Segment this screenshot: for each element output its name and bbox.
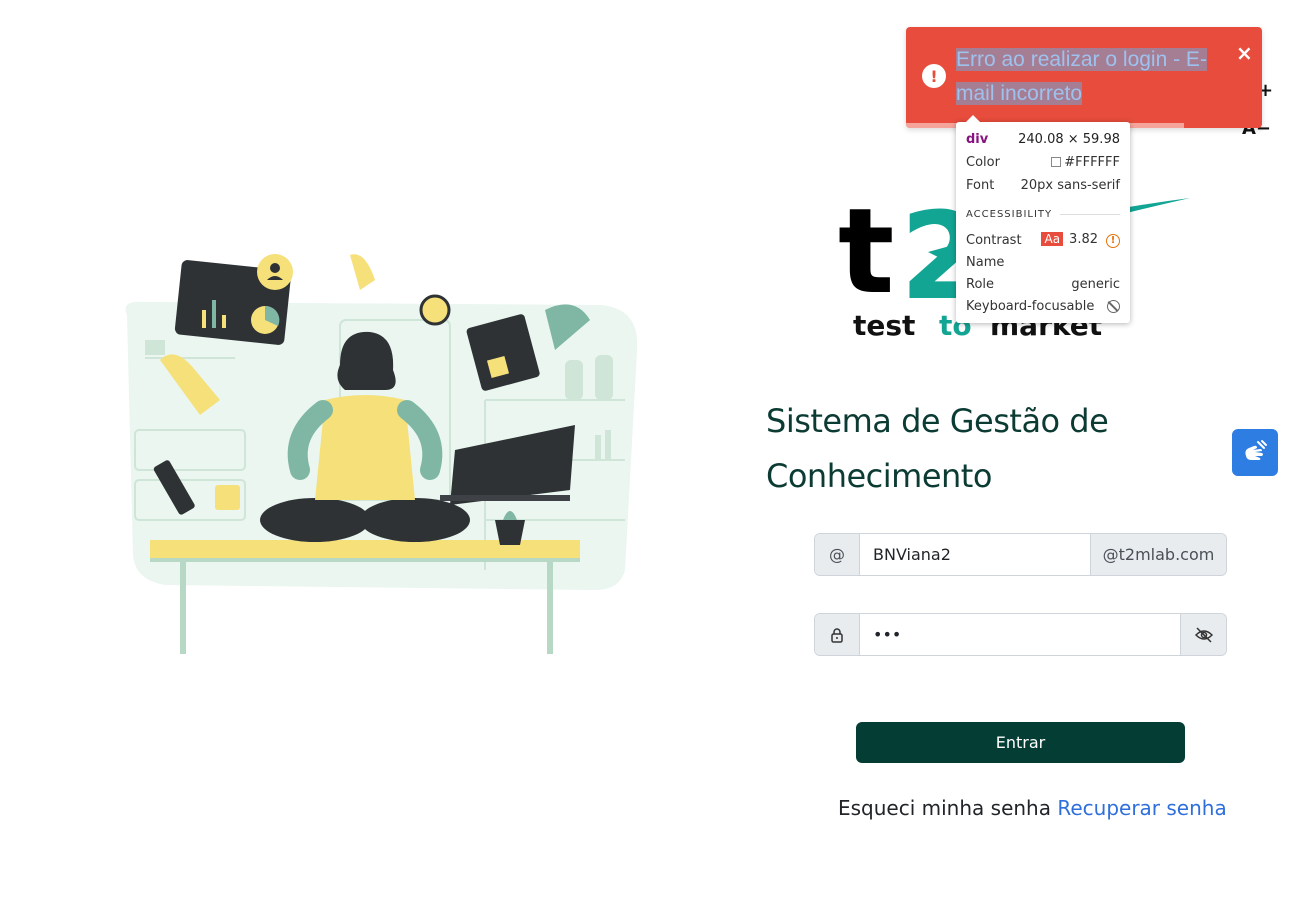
- element-size: 240.08 × 59.98: [1018, 131, 1120, 147]
- exclamation-icon: !: [922, 64, 946, 88]
- role-label: Role: [966, 276, 995, 292]
- logo-text-test: test: [853, 309, 915, 340]
- at-sign-icon: @: [815, 534, 860, 575]
- not-focusable-icon: [1107, 299, 1120, 313]
- font-label: Font: [966, 177, 995, 193]
- role-value: generic: [1071, 276, 1120, 292]
- forgot-password-text: Esqueci minha senha: [838, 796, 1051, 820]
- email-domain-suffix: @t2mlab.com: [1090, 534, 1226, 575]
- font-value: 20px sans-serif: [1020, 177, 1120, 193]
- meditation-illustration: [125, 254, 638, 654]
- error-toast: ! Erro ao realizar o login - E-mail inco…: [906, 27, 1262, 128]
- lock-icon: [815, 614, 860, 655]
- devtools-inspect-tooltip: div 240.08 × 59.98 Color #FFFFFF Font 20…: [956, 115, 1130, 323]
- color-swatch: [1051, 156, 1062, 167]
- login-button[interactable]: Entrar: [856, 722, 1185, 763]
- recover-password-link[interactable]: Recuperar senha: [1057, 796, 1226, 820]
- sign-language-widget[interactable]: [1232, 429, 1278, 476]
- recover-password-line: Esqueci minha senha Recuperar senha: [838, 796, 1227, 820]
- page-title: Sistema de Gestão de Conhecimento: [766, 402, 1109, 495]
- sign-language-icon: [1245, 439, 1267, 460]
- contrast-label: Contrast: [966, 232, 1022, 248]
- close-icon[interactable]: ×: [1236, 43, 1253, 63]
- accessibility-section-title: ACCESSIBILITY: [966, 209, 1120, 220]
- name-label: Name: [966, 254, 1005, 270]
- eye-slash-icon[interactable]: [1180, 614, 1226, 655]
- svg-text:t: t: [838, 182, 892, 320]
- contrast-badge: Aa: [1041, 232, 1064, 246]
- password-field[interactable]: •••: [860, 614, 1180, 655]
- color-label: Color: [966, 154, 1000, 170]
- email-field[interactable]: BNViana2: [860, 534, 1090, 575]
- email-input-group: @ BNViana2 @t2mlab.com: [814, 533, 1227, 576]
- focus-label: Keyboard-focusable: [966, 298, 1095, 314]
- warning-icon: !: [1106, 234, 1120, 248]
- color-value: #FFFFFF: [1064, 154, 1120, 170]
- element-tag: div: [966, 131, 989, 147]
- password-input-group: •••: [814, 613, 1227, 656]
- contrast-value: 3.82: [1069, 232, 1098, 247]
- toast-message: Erro ao realizar o login - E-mail incorr…: [956, 48, 1207, 105]
